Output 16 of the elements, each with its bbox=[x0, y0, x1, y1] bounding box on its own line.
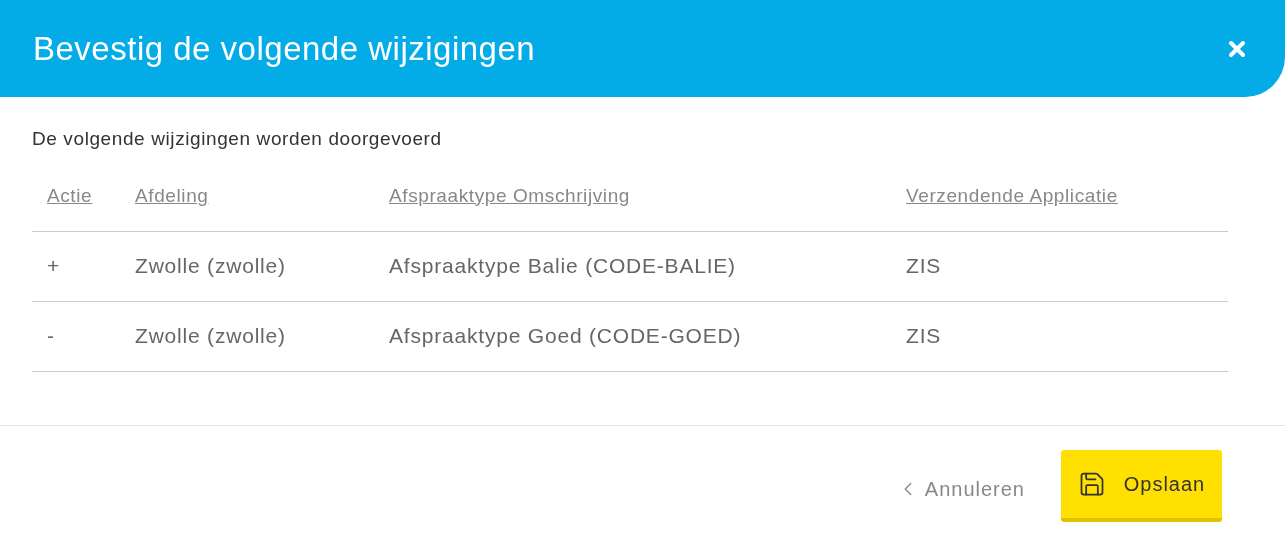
table-cell: - bbox=[47, 324, 55, 348]
table-cell: Afspraaktype Balie (CODE-BALIE) bbox=[389, 254, 736, 278]
table-cell: ZIS bbox=[906, 324, 942, 348]
intro-text: De volgende wijzigingen worden doorgevoerd bbox=[32, 127, 443, 151]
table-cell: Afspraaktype Goed (CODE-GOED) bbox=[389, 324, 742, 348]
column-header[interactable]: Actie bbox=[47, 184, 93, 206]
column-header[interactable]: Afspraaktype Omschrijving bbox=[389, 184, 630, 206]
save-button[interactable]: Opslaan bbox=[1061, 450, 1222, 522]
table-cell: Zwolle (zwolle) bbox=[135, 324, 286, 348]
table-cell: ZIS bbox=[906, 254, 942, 278]
column-header[interactable]: Verzendende Applicatie bbox=[906, 184, 1118, 206]
column-header[interactable]: Afdeling bbox=[135, 184, 209, 206]
table-cell: + bbox=[47, 254, 61, 278]
cancel-button[interactable]: Annuleren bbox=[896, 474, 1025, 504]
table-cell: Zwolle (zwolle) bbox=[135, 254, 286, 278]
dialog-title: Bevestig de volgende wijzigingen bbox=[33, 28, 536, 69]
